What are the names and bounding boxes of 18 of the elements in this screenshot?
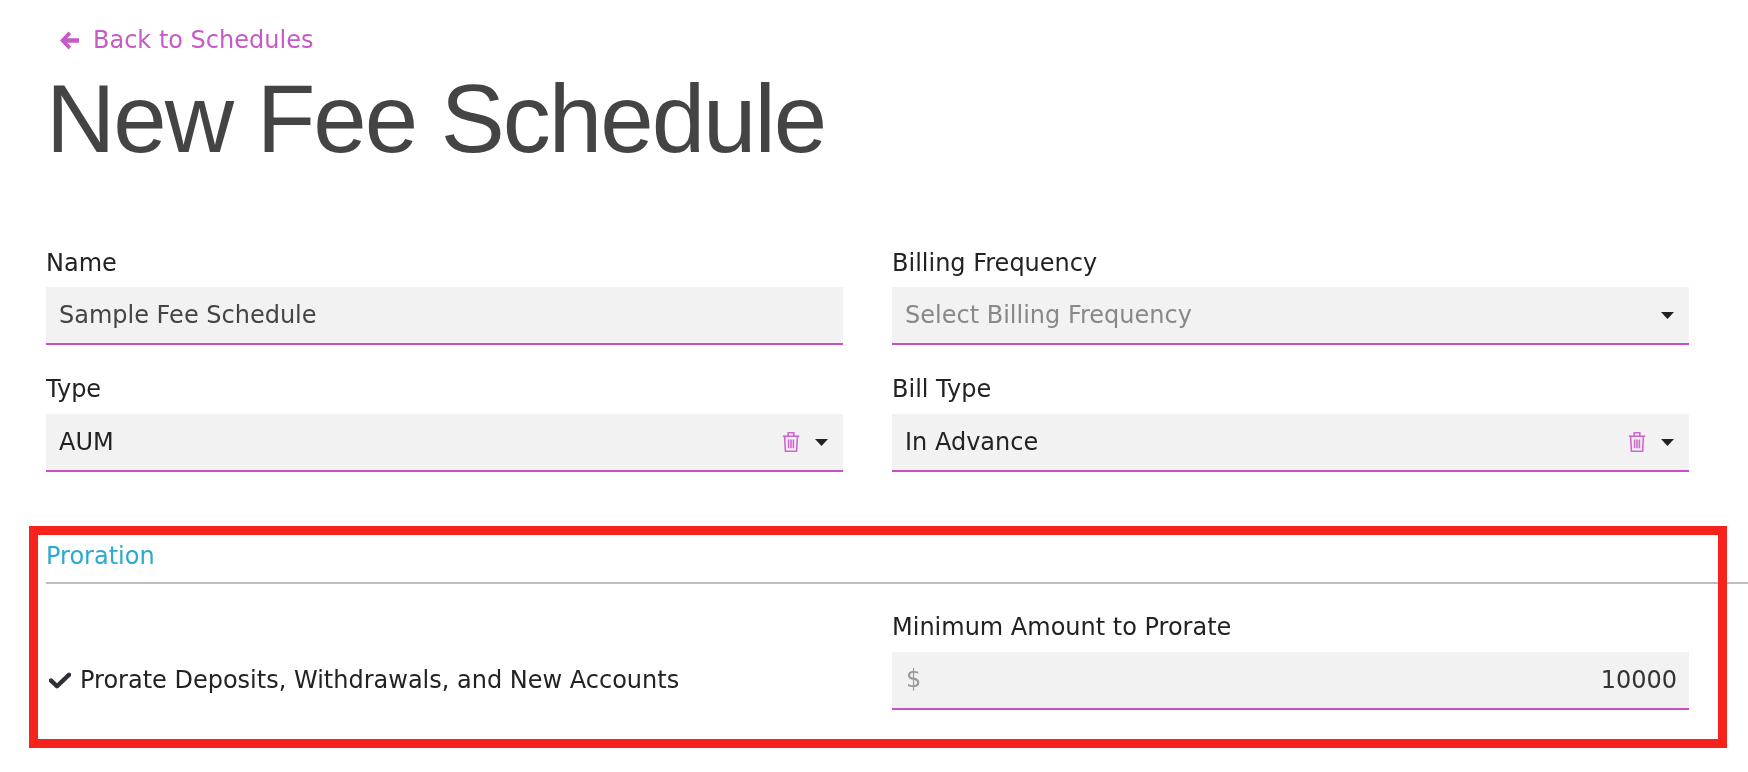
left-arrow-icon <box>60 30 79 50</box>
currency-symbol: $ <box>906 664 922 696</box>
section-heading: Proration <box>46 542 156 572</box>
dropdown-field[interactable]: In Advance <box>892 414 1689 473</box>
field-label: Billing Frequency <box>892 248 1099 278</box>
field-label: Minimum Amount to Prorate <box>892 613 1233 642</box>
checkbox-option[interactable]: Prorate Deposits, Withdrawals, and New Accounts <box>46 651 680 710</box>
dropdown-field[interactable]: Select Billing Frequency <box>892 287 1689 346</box>
field-label: Name <box>46 248 118 278</box>
caret-icon <box>815 438 828 446</box>
dropdown-field[interactable]: AUM <box>46 414 843 473</box>
field-label: Type <box>46 375 103 405</box>
caret-icon <box>1661 312 1674 319</box>
field-label: Bill Type <box>892 375 993 405</box>
back-link[interactable]: Back to Schedules <box>60 26 314 55</box>
caret-icon <box>1661 438 1674 446</box>
page-title: New Fee Schedule <box>46 70 827 167</box>
text-field[interactable]: Sample Fee Schedule <box>46 287 843 346</box>
